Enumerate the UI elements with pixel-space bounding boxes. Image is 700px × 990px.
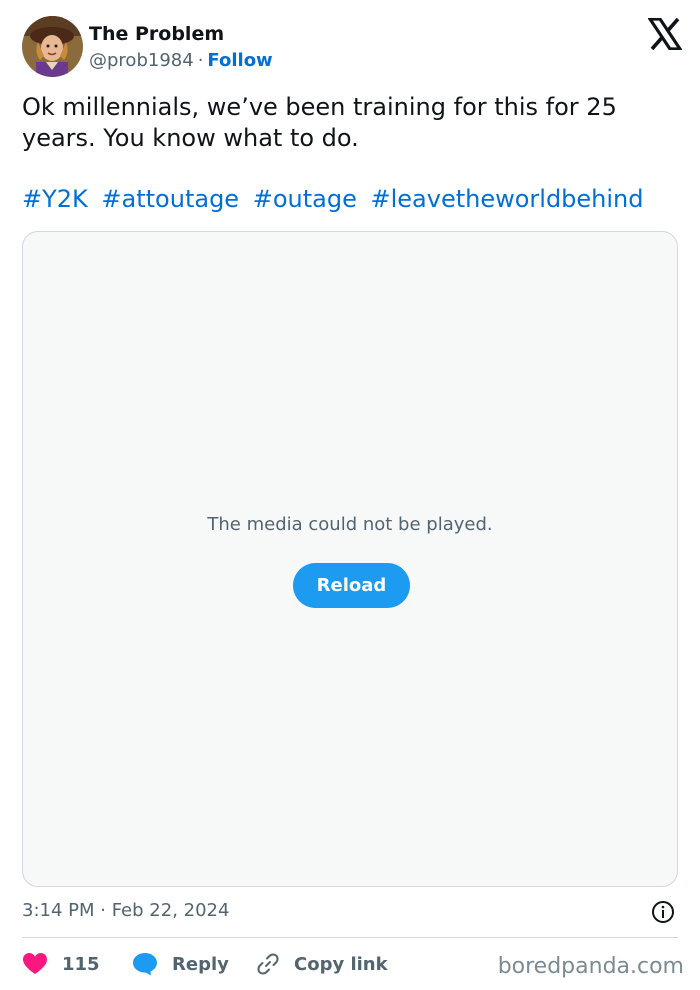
hashtag-link[interactable]: #outage (253, 185, 357, 213)
media-error-message: The media could not be played. (207, 514, 493, 535)
x-logo-icon[interactable] (647, 17, 683, 51)
hashtags: #Y2K #attoutage #outage #leavetheworldbe… (22, 184, 682, 215)
heart-icon (23, 953, 47, 974)
tweet-card: The Problem @prob1984 · Follow Ok millenni… (0, 0, 700, 990)
divider (22, 937, 678, 938)
author-name[interactable]: The Problem (89, 23, 224, 45)
speech-bubble-icon (133, 953, 157, 976)
tweet-text: Ok millennials, we’ve been training for … (22, 93, 617, 152)
meta-separator: · (197, 50, 204, 71)
likes-count: 115 (62, 953, 100, 975)
link-icon (257, 953, 279, 975)
avatar-image (22, 16, 83, 77)
hashtag-link[interactable]: #leavetheworldbehind (370, 185, 643, 213)
copy-link-label: Copy link (294, 953, 388, 975)
hashtag-link[interactable]: #attoutage (101, 185, 239, 213)
like-button[interactable]: 115 (22, 950, 100, 978)
info-icon[interactable] (651, 900, 675, 924)
reply-button[interactable]: Reply (132, 950, 229, 978)
watermark: boredpanda.com (497, 954, 684, 979)
copy-link-button[interactable]: Copy link (256, 950, 388, 978)
avatar[interactable] (22, 16, 83, 77)
author-handle[interactable]: @prob1984 (89, 50, 194, 71)
reload-button[interactable]: Reload (293, 563, 410, 608)
author-meta: @prob1984 · Follow (89, 50, 273, 71)
reply-label: Reply (172, 953, 229, 975)
tweet-header: The Problem @prob1984 · Follow (22, 16, 683, 78)
media-player[interactable]: The media could not be played. Reload (22, 231, 678, 887)
hashtag-link[interactable]: #Y2K (22, 185, 88, 213)
tweet-timestamp[interactable]: 3:14 PM · Feb 22, 2024 (22, 900, 229, 921)
follow-link[interactable]: Follow (207, 50, 272, 71)
